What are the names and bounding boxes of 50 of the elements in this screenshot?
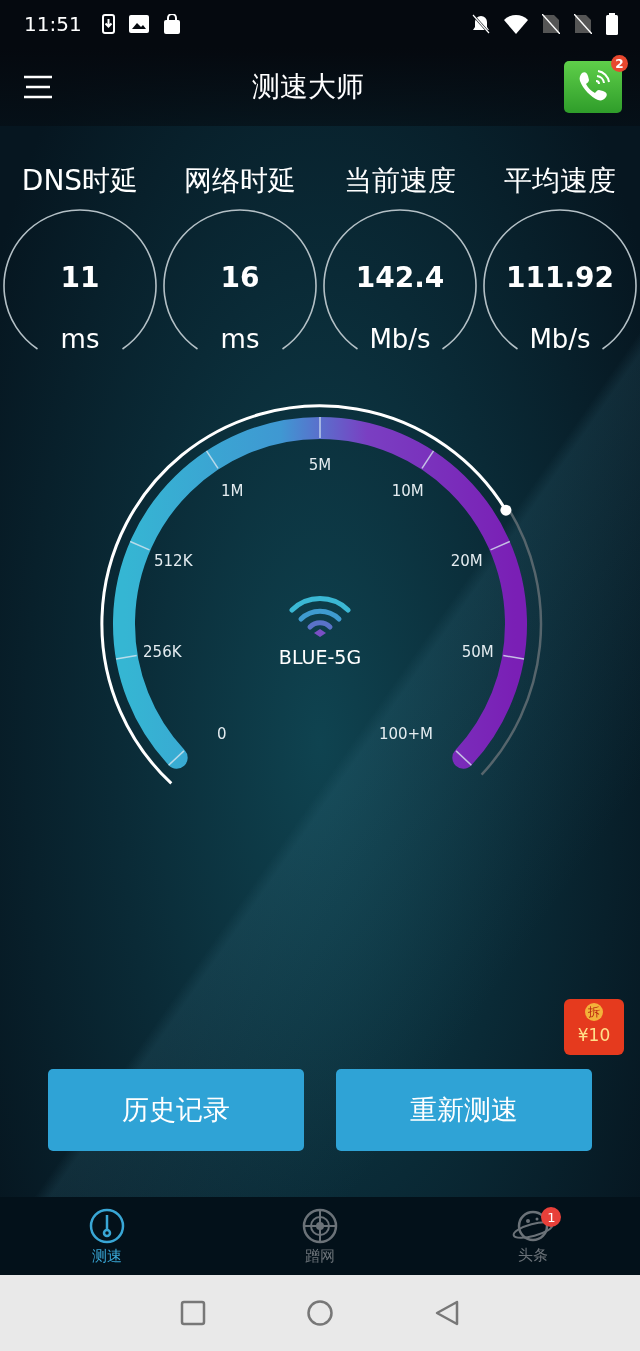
nav-tab[interactable]: 头条 1	[473, 1197, 594, 1275]
stat-label: DNS时延	[21, 163, 139, 199]
home-icon[interactable]	[306, 1299, 334, 1327]
scale-label: 1M	[221, 482, 244, 501]
sim-icon	[574, 14, 592, 34]
scale-label: 20M	[450, 552, 483, 571]
stat-label: 当前速度	[344, 163, 456, 199]
battery-icon	[606, 13, 618, 35]
crosshair-icon	[301, 1206, 339, 1245]
stat-unit: Mb/s	[529, 324, 591, 354]
scale-label: 50M	[461, 643, 494, 662]
network-name: BLUE-5G	[278, 646, 362, 668]
scale-label: 512K	[154, 552, 193, 571]
muted-bell-icon	[472, 14, 490, 34]
status-time: 11:51	[24, 12, 82, 36]
notification-badge: 2	[611, 55, 628, 72]
shopping-bag-icon	[162, 14, 181, 34]
wifi-icon	[289, 596, 351, 638]
wifi-icon	[504, 14, 528, 34]
back-icon[interactable]	[434, 1299, 460, 1327]
phone-button[interactable]	[564, 61, 622, 113]
scale-label: 256K	[143, 643, 182, 662]
stat-unit: ms	[60, 324, 100, 354]
scale-label: 10M	[391, 482, 424, 501]
stat-value: 11	[60, 261, 100, 294]
stat-value: 111.92	[505, 261, 615, 294]
nav-tab[interactable]: 测速	[46, 1197, 167, 1275]
stat-value: 16	[220, 261, 260, 294]
action-button[interactable]: 历史记录	[48, 1069, 304, 1151]
scale-label: 5M	[308, 456, 332, 474]
nav-tab[interactable]: 蹭网	[260, 1197, 380, 1275]
stat-value: 142.4	[355, 261, 445, 294]
envelope-amount: ¥10	[576, 1025, 612, 1045]
stat-label: 平均速度	[504, 163, 616, 199]
speedometer-icon	[87, 1206, 126, 1245]
envelope-tag: 拆	[585, 1003, 603, 1021]
menu-icon[interactable]	[24, 75, 52, 99]
recents-icon[interactable]	[180, 1300, 206, 1326]
gift-envelope[interactable]: 拆 ¥10	[564, 999, 624, 1055]
notification-badge: 1	[541, 1207, 562, 1227]
app-title: 测速大师	[251, 69, 365, 105]
stat-label: 网络时延	[184, 163, 296, 199]
sim-icon	[542, 14, 560, 34]
stat-unit: Mb/s	[369, 324, 431, 354]
scale-label: 0	[217, 725, 227, 744]
action-button[interactable]: 重新测速	[336, 1069, 592, 1151]
download-icon	[101, 14, 115, 34]
stat-unit: ms	[220, 324, 260, 354]
image-icon	[128, 15, 149, 33]
scale-label: 100+M	[378, 725, 433, 744]
